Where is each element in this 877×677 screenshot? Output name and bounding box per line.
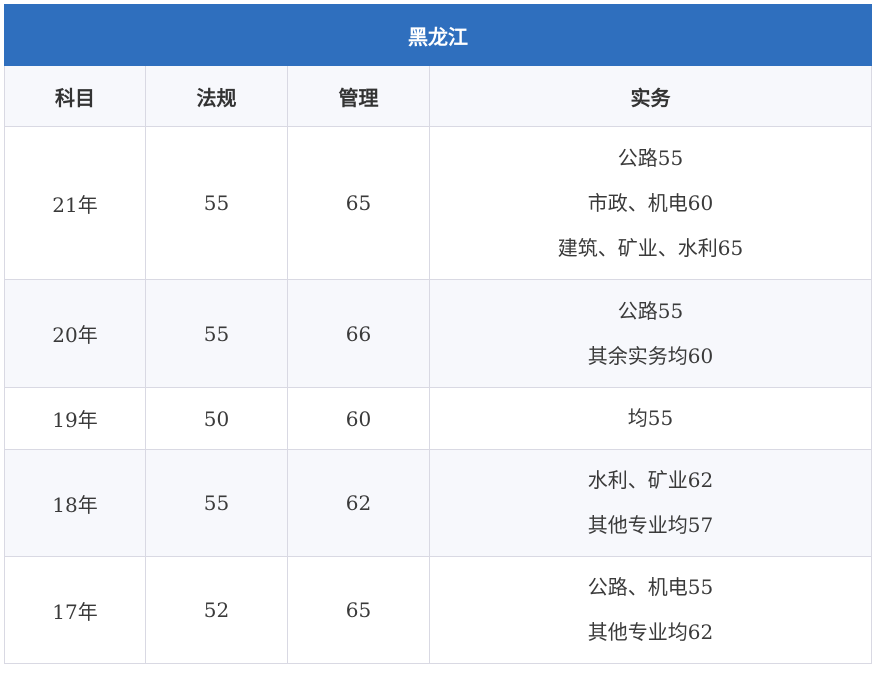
table-title: 黑龙江 <box>4 4 872 66</box>
practice-line: 其他专业均57 <box>587 513 714 537</box>
cell-year: 21年 <box>4 126 146 280</box>
cell-management: 65 <box>287 126 430 280</box>
cell-law: 55 <box>145 126 288 280</box>
header-subject: 科目 <box>4 65 146 127</box>
cell-law: 55 <box>145 279 288 388</box>
cell-management: 62 <box>287 449 430 557</box>
cell-practice: 水利、矿业62 其他专业均57 <box>429 449 872 557</box>
cell-law: 52 <box>145 556 288 664</box>
table-row: 20年 55 66 公路55 其余实务均60 <box>4 279 872 388</box>
header-law: 法规 <box>145 65 288 127</box>
practice-line: 公路、机电55 <box>587 575 714 599</box>
cell-practice: 均55 <box>429 387 872 450</box>
cell-practice: 公路55 市政、机电60 建筑、矿业、水利65 <box>429 126 872 280</box>
cell-management: 66 <box>287 279 430 388</box>
table-title-row: 黑龙江 <box>4 4 872 66</box>
practice-line: 均55 <box>627 406 674 430</box>
table-row: 21年 55 65 公路55 市政、机电60 建筑、矿业、水利65 <box>4 126 872 280</box>
practice-line: 建筑、矿业、水利65 <box>557 235 744 260</box>
cell-year: 20年 <box>4 279 146 388</box>
practice-line: 其余实务均60 <box>587 343 714 368</box>
score-table-container: 黑龙江 科目 法规 管理 实务 21年 55 65 公路55 市政、机电60 建… <box>4 4 872 664</box>
practice-line: 公路55 <box>617 145 684 170</box>
table-row: 18年 55 62 水利、矿业62 其他专业均57 <box>4 449 872 557</box>
header-practice: 实务 <box>429 65 872 127</box>
practice-line: 其他专业均62 <box>587 620 714 644</box>
cell-year: 17年 <box>4 556 146 664</box>
cell-management: 60 <box>287 387 430 450</box>
cell-law: 55 <box>145 449 288 557</box>
cell-law: 50 <box>145 387 288 450</box>
practice-line: 水利、矿业62 <box>587 468 714 492</box>
table-row: 19年 50 60 均55 <box>4 387 872 450</box>
cell-practice: 公路、机电55 其他专业均62 <box>429 556 872 664</box>
header-management: 管理 <box>287 65 430 127</box>
cell-practice: 公路55 其余实务均60 <box>429 279 872 388</box>
cell-year: 18年 <box>4 449 146 557</box>
cell-year: 19年 <box>4 387 146 450</box>
table-header-row: 科目 法规 管理 实务 <box>4 65 872 127</box>
practice-line: 公路55 <box>617 298 684 323</box>
score-table: 黑龙江 科目 法规 管理 实务 21年 55 65 公路55 市政、机电60 建… <box>4 4 872 664</box>
cell-management: 65 <box>287 556 430 664</box>
practice-line: 市政、机电60 <box>587 190 714 215</box>
table-row: 17年 52 65 公路、机电55 其他专业均62 <box>4 556 872 664</box>
